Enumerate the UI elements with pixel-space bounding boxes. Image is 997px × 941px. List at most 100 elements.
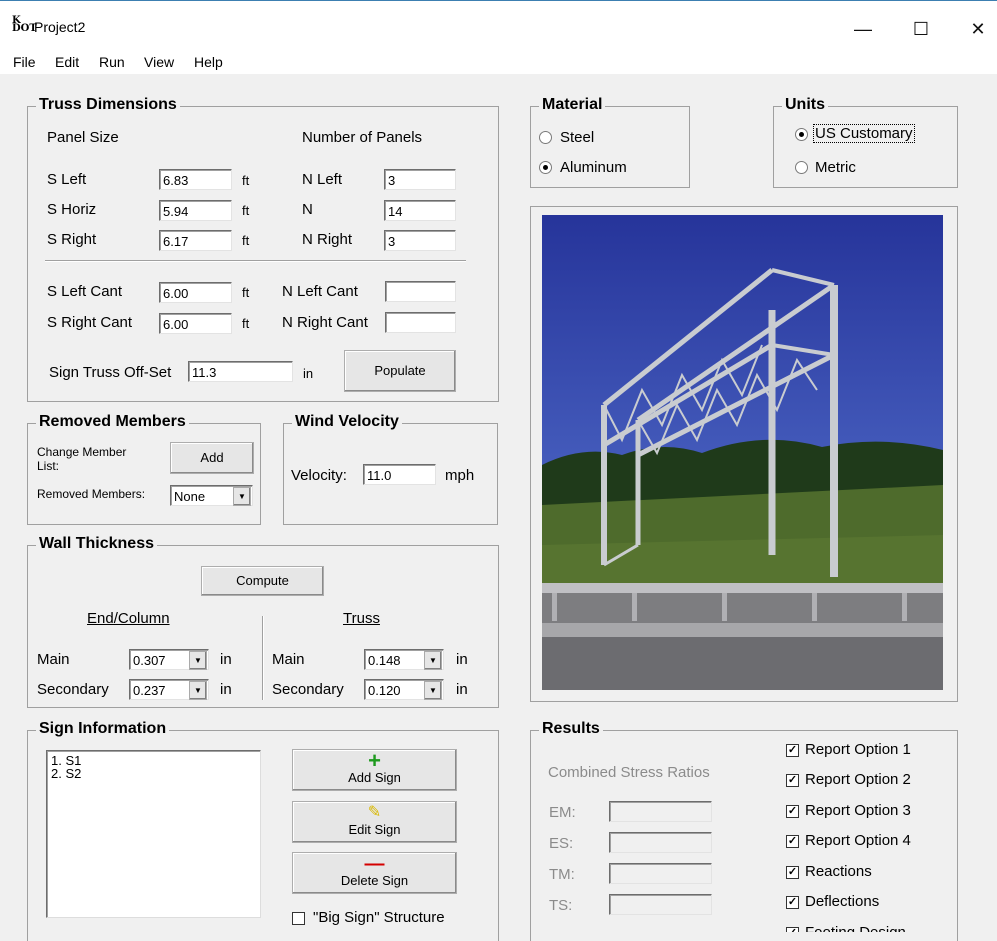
menu-file[interactable]: File [13, 54, 36, 70]
report-option-1-checkbox[interactable]: ✓ [786, 744, 799, 757]
ec-secondary-value: 0.237 [133, 683, 166, 698]
n-right-input[interactable]: 3 [384, 230, 456, 251]
n-right-cant-label: N Right Cant [282, 314, 368, 331]
maximize-button[interactable]: ☐ [898, 14, 944, 44]
s-left-input[interactable]: 6.83 [159, 169, 232, 190]
em-label: EM: [549, 804, 576, 821]
units-group: Units [773, 96, 958, 188]
big-sign-checkbox[interactable] [292, 912, 305, 925]
results-title: Results [539, 720, 603, 738]
report-option-4-checkbox[interactable]: ✓ [786, 835, 799, 848]
sign-list[interactable]: 1. S1 2. S2 [46, 750, 261, 918]
ts-label: TS: [549, 897, 573, 914]
s-right-cant-label: S Right Cant [47, 314, 133, 331]
ec-main-unit: in [220, 651, 232, 668]
n-left-cant-input[interactable] [385, 281, 456, 302]
compute-button[interactable]: Compute [201, 566, 324, 596]
list-item[interactable]: 2. S2 [51, 767, 256, 780]
velocity-label: Velocity: [291, 467, 347, 484]
n-input[interactable]: 14 [384, 200, 456, 221]
s-right-unit: ft [242, 233, 250, 248]
removed-members-dropdown[interactable]: None ▼ [170, 485, 253, 506]
metric-radio[interactable] [795, 161, 808, 174]
report-option-1-label: Report Option 1 [805, 741, 911, 758]
end-column-heading: End/Column [87, 610, 170, 627]
sign-truss-offset-input[interactable]: 11.3 [188, 361, 293, 382]
reactions-checkbox[interactable]: ✓ [786, 866, 799, 879]
minimize-button[interactable]: — [840, 14, 886, 44]
add-sign-button[interactable]: + Add Sign [292, 749, 457, 791]
close-button[interactable]: ✕ [955, 14, 997, 44]
n-right-label: N Right [302, 231, 353, 248]
menu-run[interactable]: Run [99, 54, 125, 70]
ec-main-dropdown[interactable]: 0.307 ▼ [129, 649, 209, 670]
combined-stress-ratios-label: Combined Stress Ratios [548, 764, 710, 781]
velocity-input[interactable]: 11.0 [363, 464, 436, 485]
s-right-input[interactable]: 6.17 [159, 230, 232, 251]
wind-velocity-title: Wind Velocity [292, 413, 402, 431]
delete-sign-label: Delete Sign [340, 873, 409, 888]
reactions-label: Reactions [805, 863, 872, 880]
tr-secondary-dropdown[interactable]: 0.120 ▼ [364, 679, 444, 700]
ec-main-value: 0.307 [133, 653, 166, 668]
us-customary-radio[interactable] [795, 128, 808, 141]
ec-secondary-unit: in [220, 681, 232, 698]
tr-main-unit: in [456, 651, 468, 668]
add-sign-label: Add Sign [348, 770, 401, 785]
footing-design-checkbox[interactable]: ✓ [786, 927, 799, 932]
n-right-cant-input[interactable] [385, 312, 456, 333]
s-left-cant-input[interactable]: 6.00 [159, 282, 232, 303]
s-horiz-input[interactable]: 5.94 [159, 200, 232, 221]
sign-truss-photo [542, 215, 943, 690]
footing-design-label: Footing Design [805, 924, 906, 932]
ec-main-label: Main [37, 651, 70, 668]
tr-main-value: 0.148 [368, 653, 401, 668]
n-left-input[interactable]: 3 [384, 169, 456, 190]
menu-view[interactable]: View [144, 54, 174, 70]
tr-secondary-label: Secondary [272, 681, 344, 698]
edit-sign-button[interactable]: ✎ Edit Sign [292, 801, 457, 843]
deflections-checkbox[interactable]: ✓ [786, 896, 799, 909]
chevron-down-icon[interactable]: ▼ [189, 651, 207, 670]
delete-sign-button[interactable]: — Delete Sign [292, 852, 457, 894]
pencil-icon: ✎ [367, 804, 382, 821]
s-right-label: S Right [47, 231, 97, 248]
report-option-3-checkbox[interactable]: ✓ [786, 805, 799, 818]
es-output [609, 832, 712, 853]
deflections-label: Deflections [805, 893, 880, 910]
removed-members-group: Removed Members [27, 413, 261, 525]
truss-separator [45, 260, 466, 262]
chevron-down-icon[interactable]: ▼ [424, 681, 442, 700]
tr-main-dropdown[interactable]: 0.148 ▼ [364, 649, 444, 670]
sign-truss-offset-unit: in [303, 366, 314, 381]
report-option-4-label: Report Option 4 [805, 832, 911, 849]
tr-secondary-value: 0.120 [368, 683, 401, 698]
s-horiz-unit: ft [242, 203, 250, 218]
chevron-down-icon[interactable]: ▼ [424, 651, 442, 670]
n-left-label: N Left [302, 171, 343, 188]
menu-help[interactable]: Help [194, 54, 223, 70]
s-right-cant-input[interactable]: 6.00 [159, 313, 232, 334]
s-left-unit: ft [242, 173, 250, 188]
removed-members-value: None [174, 489, 206, 504]
chevron-down-icon[interactable]: ▼ [189, 681, 207, 700]
list-item[interactable]: 1. S1 [51, 754, 256, 767]
velocity-unit: mph [445, 467, 475, 484]
edit-sign-label: Edit Sign [348, 822, 401, 837]
add-member-button[interactable]: Add [170, 442, 254, 474]
window-title: Project2 [34, 19, 86, 35]
n-left-cant-label: N Left Cant [282, 283, 358, 300]
chevron-down-icon[interactable]: ▼ [233, 487, 251, 506]
units-title: Units [782, 96, 828, 114]
report-option-2-checkbox[interactable]: ✓ [786, 774, 799, 787]
wall-thickness-title: Wall Thickness [36, 535, 157, 553]
footing-design-clip: ✓ Footing Design [780, 924, 940, 932]
sign-truss-offset-label: Sign Truss Off-Set [49, 364, 172, 381]
steel-radio[interactable] [539, 131, 552, 144]
wall-separator [262, 616, 264, 700]
populate-button[interactable]: Populate [344, 350, 456, 392]
ec-secondary-dropdown[interactable]: 0.237 ▼ [129, 679, 209, 700]
aluminum-radio[interactable] [539, 161, 552, 174]
ts-output [609, 894, 712, 915]
menu-edit[interactable]: Edit [55, 54, 79, 70]
